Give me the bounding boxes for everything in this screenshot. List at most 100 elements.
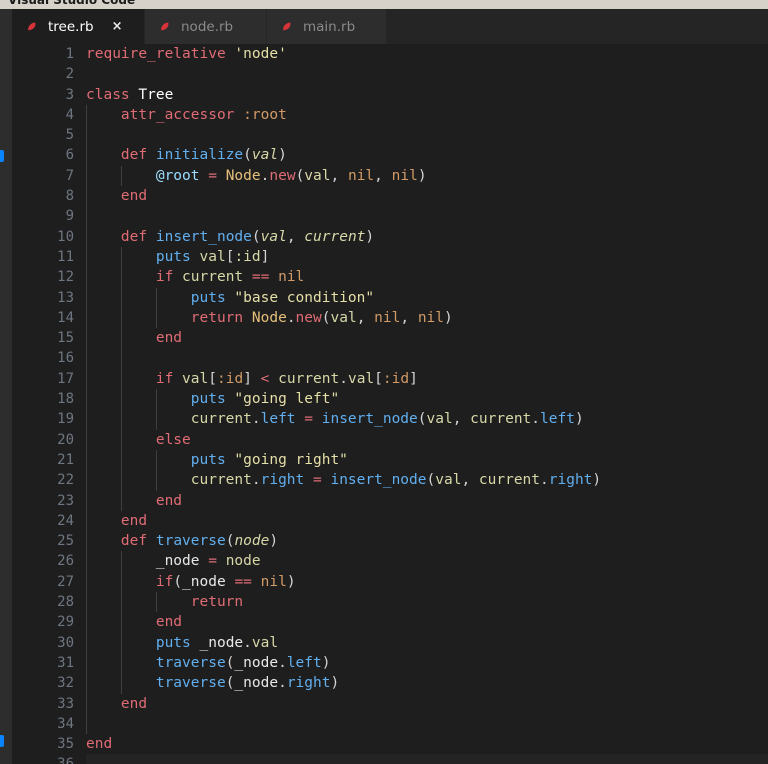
line-number: 9	[65, 208, 74, 225]
code-line-text: end	[155, 330, 183, 347]
code-line[interactable]: 12 if current == nil	[12, 267, 768, 288]
code-line[interactable]: 24 end	[12, 510, 768, 532]
line-number: 12	[57, 269, 74, 286]
line-number: 35	[57, 736, 74, 753]
editor-tab-main-rb[interactable]: main.rb	[267, 9, 387, 44]
line-number: 11	[57, 248, 74, 265]
line-number: 13	[57, 289, 74, 306]
code-line[interactable]: 28 return	[12, 592, 768, 613]
line-number: 29	[57, 614, 74, 631]
editor-tab-label: node.rb	[181, 18, 234, 35]
line-number: 34	[57, 715, 74, 732]
line-number: 6	[65, 147, 74, 164]
code-line[interactable]: 33 end	[12, 693, 768, 714]
code-line[interactable]: 7 @root = Node.new(val, nil, nil)	[12, 165, 768, 187]
code-line[interactable]: 13 puts "base condition"	[12, 287, 768, 308]
code-line[interactable]: 1 require_relative 'node'	[12, 44, 768, 64]
tab-bar-empty-area	[387, 9, 768, 44]
code-line[interactable]: 14 return Node.new(val, nil, nil)	[12, 307, 768, 329]
code-line[interactable]: 16	[12, 348, 768, 369]
code-line[interactable]: 9	[12, 206, 768, 227]
code-line[interactable]: 6 def initialize(val)	[12, 145, 768, 166]
code-line-text: def traverse(node)	[120, 533, 279, 550]
code-line[interactable]: 2	[12, 64, 768, 84]
code-line-text: def insert_node(val, current)	[120, 228, 375, 245]
line-number: 21	[57, 451, 74, 468]
code-line-text: return Node.new(val, nil, nil)	[190, 309, 453, 326]
editor-tab-node-rb[interactable]: node.rb	[145, 9, 267, 44]
code-line-text: end	[120, 695, 148, 712]
line-number: 26	[57, 553, 74, 570]
code-line[interactable]: 30 puts _node.val	[12, 632, 768, 653]
activity-bar-marker-top	[0, 150, 4, 162]
editor-tab-tree-rb[interactable]: tree.rb ×	[12, 9, 145, 44]
code-line[interactable]: 8 end	[12, 186, 768, 207]
line-number: 16	[57, 350, 74, 367]
code-line-text: puts "base condition"	[190, 289, 375, 306]
code-line[interactable]: 5	[12, 125, 768, 146]
code-line-text: require_relative 'node'	[86, 46, 287, 62]
indent-guide	[86, 348, 87, 369]
code-line[interactable]: 11 puts val[:id]	[12, 246, 768, 268]
code-line[interactable]: 31 traverse(_node.left)	[12, 652, 768, 674]
code-line[interactable]: 25 def traverse(node)	[12, 531, 768, 552]
code-line[interactable]: 10 def insert_node(val, current)	[12, 226, 768, 247]
code-surface[interactable]: 1 require_relative 'node' 2 3 class Tree 4 at…	[12, 44, 768, 764]
code-line-text: return	[190, 594, 244, 611]
line-number: 20	[57, 431, 74, 448]
code-line[interactable]: 34	[12, 713, 768, 735]
indent-guide	[86, 713, 87, 735]
code-line[interactable]: 23 end	[12, 490, 768, 511]
editor-tab-label: tree.rb	[48, 18, 94, 35]
line-number: 1	[65, 46, 74, 62]
close-icon[interactable]: ×	[112, 20, 123, 33]
ruby-file-icon	[28, 22, 36, 31]
line-number: 36	[12, 754, 74, 764]
code-line[interactable]: 15 end	[12, 328, 768, 349]
code-line[interactable]: 26 _node = node	[12, 551, 768, 572]
code-line-text: puts _node.val	[155, 634, 279, 651]
indent-guide	[86, 206, 87, 227]
code-line-text: end	[120, 512, 148, 529]
code-line-text: puts "going right"	[190, 451, 348, 468]
code-line[interactable]: 17 if val[:id] < current.val[:id]	[12, 368, 768, 390]
window-title-bar: Visual Studio Code	[0, 0, 768, 9]
activity-bar[interactable]	[0, 9, 12, 764]
indent-guide	[120, 348, 122, 369]
activity-bar-marker-bottom	[0, 735, 4, 747]
line-number: 18	[57, 391, 74, 408]
code-line-text: attr_accessor :root	[120, 106, 287, 123]
code-line[interactable]: 21 puts "going right"	[12, 449, 768, 471]
code-line[interactable]: 22 current.right = insert_node(val, curr…	[12, 470, 768, 491]
code-line-text: @root = Node.new(val, nil, nil)	[155, 167, 427, 184]
line-number: 22	[57, 472, 74, 489]
line-number: 7	[65, 167, 74, 184]
code-line-text: traverse(_node.right)	[155, 675, 340, 692]
code-line[interactable]: 20 else	[12, 429, 768, 450]
editor-bottom-band	[86, 754, 768, 764]
line-number: 5	[65, 127, 74, 144]
code-line-text: current.left = insert_node(val, current.…	[190, 411, 584, 428]
line-number: 25	[57, 533, 74, 550]
line-number: 31	[57, 654, 74, 671]
window-title: Visual Studio Code	[8, 0, 136, 7]
code-line-text: else	[155, 431, 191, 448]
code-line[interactable]: 32 traverse(_node.right)	[12, 673, 768, 694]
code-line-text: end	[155, 492, 183, 509]
code-line[interactable]: 29 end	[12, 612, 768, 633]
code-line-text: end	[120, 188, 148, 205]
code-line-text: if(_node == nil)	[155, 573, 296, 590]
indent-guide	[86, 125, 87, 146]
code-line[interactable]: 35 end	[12, 734, 768, 754]
code-line[interactable]: 3 class Tree	[12, 85, 768, 105]
line-number: 23	[57, 492, 74, 509]
code-line[interactable]: 18 puts "going left"	[12, 389, 768, 410]
code-line[interactable]: 19 current.left = insert_node(val, curre…	[12, 409, 768, 430]
code-line[interactable]: 4 attr_accessor :root	[12, 104, 768, 126]
code-editor[interactable]: 1 require_relative 'node' 2 3 class Tree 4 at…	[12, 44, 768, 764]
line-number: 24	[57, 512, 74, 529]
ruby-file-icon	[283, 22, 291, 31]
line-number: 2	[65, 66, 74, 83]
code-line-text: def initialize(val)	[120, 147, 287, 164]
code-line[interactable]: 27 if(_node == nil)	[12, 571, 768, 593]
